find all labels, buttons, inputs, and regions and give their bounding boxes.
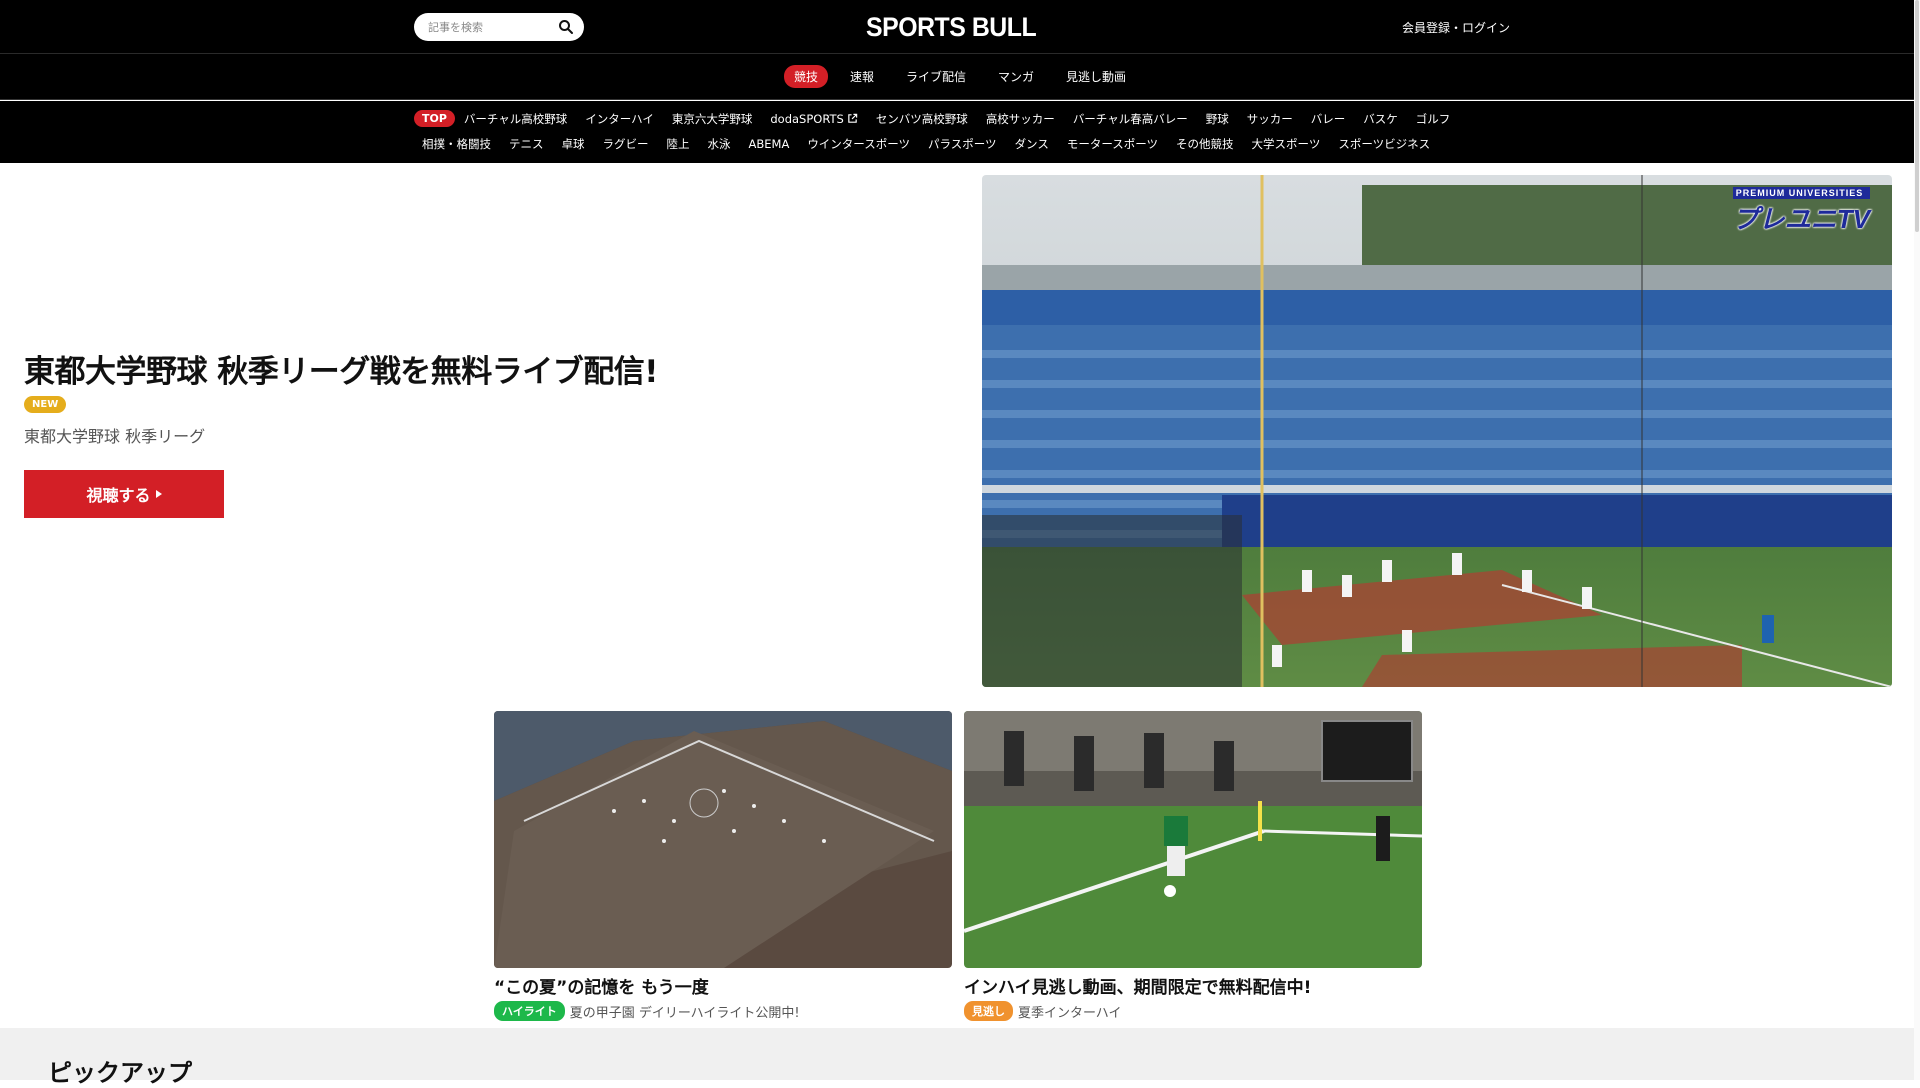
sport-link[interactable]: バーチャル高校野球 xyxy=(464,111,567,127)
sport-link[interactable]: 東京六大学野球 xyxy=(672,111,753,127)
card-tag: ハイライト xyxy=(494,1001,565,1021)
pickup-section: ピックアップ xyxy=(0,1028,1920,1087)
tab-replay[interactable]: 見逃し動画 xyxy=(1056,65,1136,88)
watch-button-label: 視聴する xyxy=(86,488,151,505)
watch-button[interactable]: 視聴する xyxy=(24,470,224,518)
sport-link[interactable]: センバツ高校野球 xyxy=(876,111,968,127)
card-meta: 見逃し 夏季インターハイ xyxy=(964,1001,1422,1021)
search-icon[interactable] xyxy=(558,19,574,35)
sport-link[interactable]: ラグビー xyxy=(603,136,649,152)
sport-link[interactable]: テニス xyxy=(509,136,544,152)
login-link[interactable]: 会員登録・ログイン xyxy=(1402,19,1510,36)
card-meta-text: 夏の甲子園 デイリーハイライト公開中! xyxy=(569,1005,800,1021)
card-thumbnail[interactable] xyxy=(964,711,1422,968)
hero-image-logo: PREMIUM UNIVERSITIES プレユニTV xyxy=(1732,187,1870,236)
sport-link[interactable]: サッカー xyxy=(1247,111,1293,127)
sport-link[interactable]: スポーツビジネス xyxy=(1338,136,1430,152)
hero-image[interactable]: PREMIUM UNIVERSITIES プレユニTV xyxy=(982,175,1892,687)
sport-link[interactable]: その他競技 xyxy=(1176,136,1234,152)
hero-image-logo-small: PREMIUM UNIVERSITIES xyxy=(1732,187,1870,199)
card-thumbnail[interactable] xyxy=(494,711,952,968)
sport-link[interactable]: バーチャル春高バレー xyxy=(1073,111,1188,127)
sport-link[interactable]: 水泳 xyxy=(708,136,731,152)
sport-link[interactable]: ウインタースポーツ xyxy=(807,136,910,152)
soccer-corner-kick-image xyxy=(964,711,1422,968)
sport-link[interactable]: モータースポーツ xyxy=(1067,136,1158,152)
tab-manga[interactable]: マンガ xyxy=(988,65,1044,88)
sport-link[interactable]: バレー xyxy=(1311,111,1346,127)
sport-link[interactable]: 野球 xyxy=(1206,111,1229,127)
sport-link[interactable]: 高校サッカー xyxy=(986,111,1055,127)
sport-link[interactable]: 相撲・格闘技 xyxy=(422,136,491,152)
external-link-icon xyxy=(848,113,858,123)
card-title[interactable]: “この夏”の記憶を もう一度 xyxy=(494,973,952,998)
article-card[interactable]: “この夏”の記憶を もう一度 ハイライト 夏の甲子園 デイリーハイライト公開中! xyxy=(494,711,952,1021)
sport-link-doda[interactable]: dodaSPORTS xyxy=(770,111,858,126)
search-box[interactable] xyxy=(414,13,584,41)
tab-live[interactable]: ライブ配信 xyxy=(896,65,976,88)
card-meta-text: 夏季インターハイ xyxy=(1018,1005,1122,1021)
hero-title[interactable]: 東都大学野球 秋季リーグ戦を無料ライブ配信! xyxy=(24,346,658,391)
pickup-heading: ピックアップ xyxy=(48,1059,192,1087)
sport-link[interactable]: 大学スポーツ xyxy=(1252,136,1321,152)
tab-sports[interactable]: 競技 xyxy=(783,65,828,88)
article-card[interactable]: インハイ見逃し動画、期間限定で無料配信中! 見逃し 夏季インターハイ xyxy=(964,711,1422,1021)
sport-nav-row-2: 相撲・格闘技 テニス 卓球 ラグビー 陸上 水泳 ABEMA ウインタースポーツ… xyxy=(422,136,1448,152)
play-arrow-icon xyxy=(155,490,162,498)
sport-link[interactable]: 陸上 xyxy=(667,136,690,152)
search-input[interactable] xyxy=(428,20,548,34)
sport-nav: TOP バーチャル高校野球 インターハイ 東京六大学野球 dodaSPORTS … xyxy=(0,101,1920,163)
sport-link[interactable]: インターハイ xyxy=(585,111,654,127)
sport-link[interactable]: ABEMA xyxy=(749,137,790,151)
category-nav: 競技 速報 ライブ配信 マンガ 見逃し動画 xyxy=(0,54,1920,100)
sport-link-label: dodaSPORTS xyxy=(770,111,844,126)
sport-link[interactable]: 卓球 xyxy=(562,136,585,152)
site-header: SPORTS BULL 会員登録・ログイン xyxy=(0,0,1920,54)
top-link[interactable]: TOP xyxy=(414,110,455,127)
scrollbar-thumb[interactable] xyxy=(1915,0,1919,232)
page-scrollbar[interactable] xyxy=(1914,0,1920,1080)
card-meta: ハイライト 夏の甲子園 デイリーハイライト公開中! xyxy=(494,1001,952,1021)
sport-nav-row-1: TOP バーチャル高校野球 インターハイ 東京六大学野球 dodaSPORTS … xyxy=(414,110,1468,127)
site-logo[interactable]: SPORTS BULL xyxy=(866,12,1037,43)
sport-link[interactable]: パラスポーツ xyxy=(928,136,997,152)
sport-link[interactable]: ダンス xyxy=(1015,136,1049,152)
baseball-stadium-image xyxy=(982,175,1892,687)
hero-image-logo-text: プレユニTV xyxy=(1732,204,1870,234)
sport-link[interactable]: ゴルフ xyxy=(1416,111,1451,127)
sport-link[interactable]: バスケ xyxy=(1363,111,1398,127)
tab-news[interactable]: 速報 xyxy=(840,65,884,88)
hero-subtitle: 東都大学野球 秋季リーグ xyxy=(24,427,206,446)
stadium-aerial-image xyxy=(494,711,952,968)
card-title[interactable]: インハイ見逃し動画、期間限定で無料配信中! xyxy=(964,973,1422,998)
new-badge: NEW xyxy=(24,396,67,413)
card-tag: 見逃し xyxy=(964,1001,1013,1021)
